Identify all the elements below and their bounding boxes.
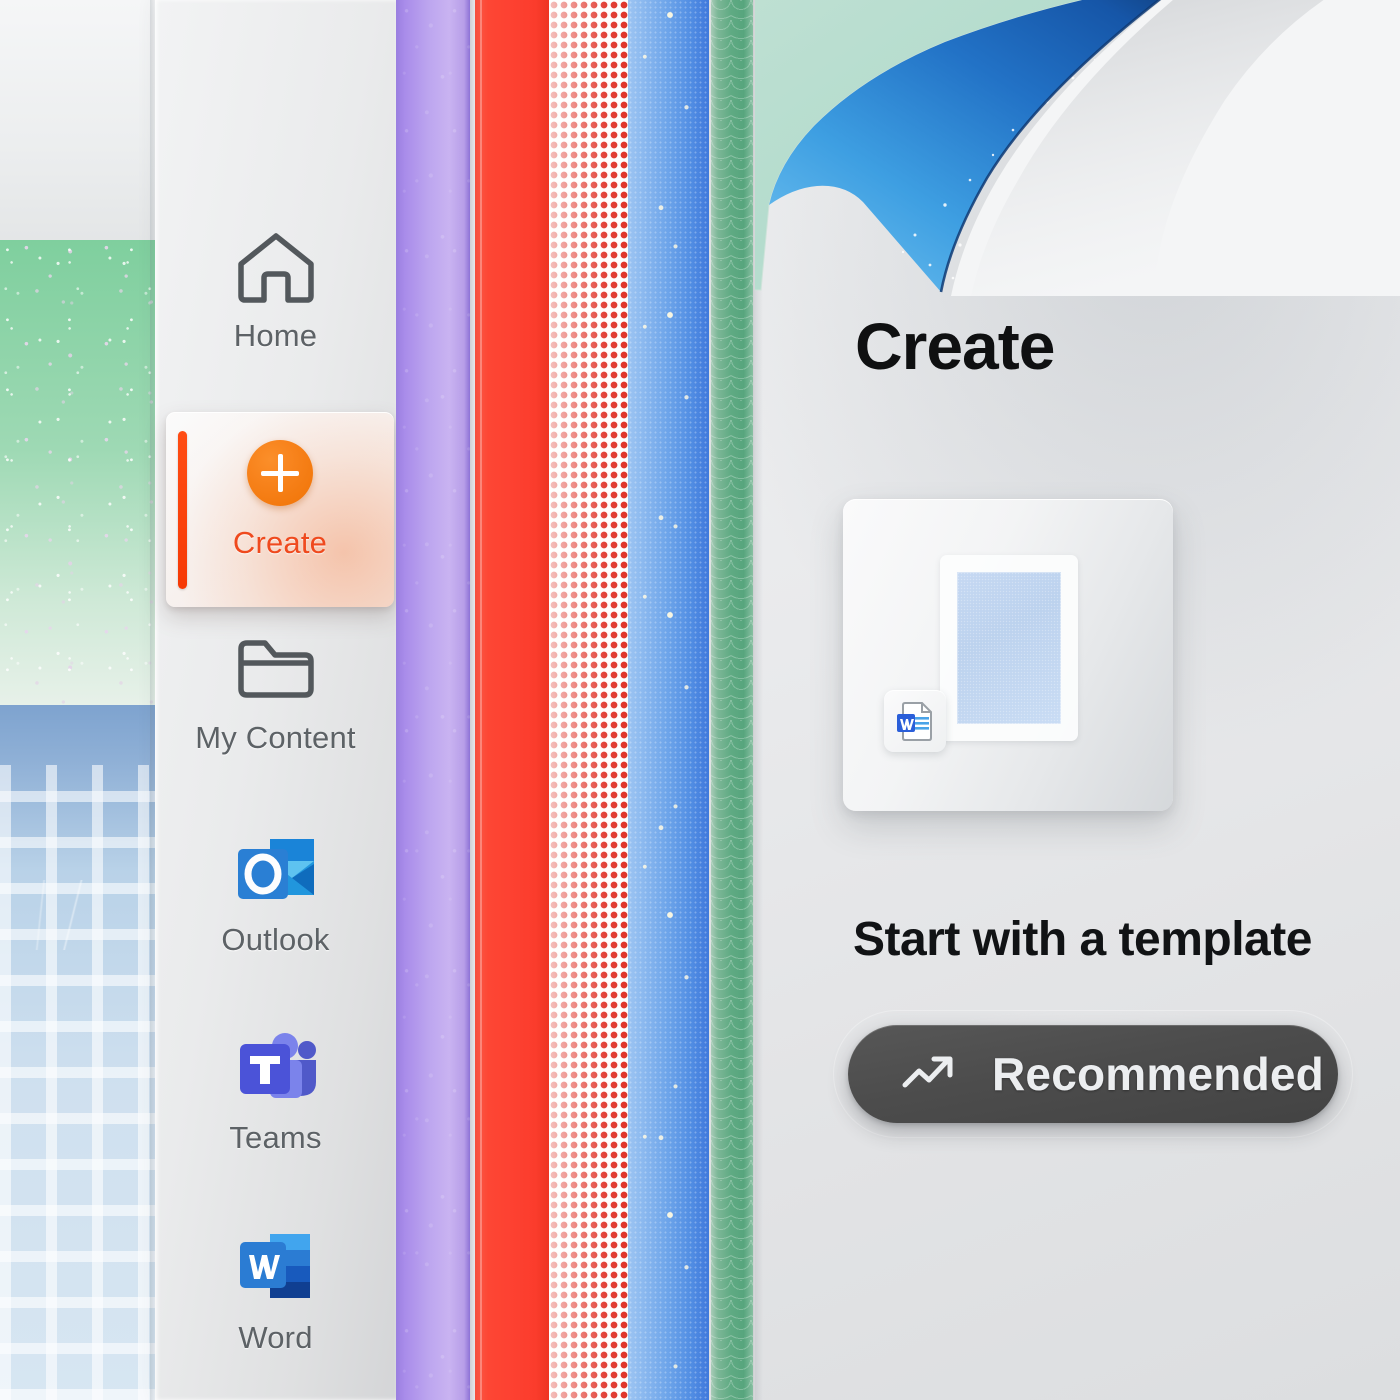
recommended-button-label: Recommended (992, 1048, 1324, 1100)
sidebar-item-word[interactable]: Word (155, 1230, 396, 1356)
sidebar-item-teams[interactable]: Teams (155, 1030, 396, 1156)
teams-icon (230, 1030, 322, 1108)
sidebar-item-home[interactable]: Home (155, 228, 396, 354)
sidebar-item-label: Home (233, 318, 318, 353)
left-decor-column (0, 0, 156, 1400)
word-document-icon (884, 690, 946, 752)
sidebar-item-label: Outlook (221, 922, 330, 957)
word-icon (232, 1230, 320, 1308)
lattice-pattern (0, 765, 156, 1400)
green-speckle-band (0, 240, 156, 705)
section-heading: Start with a template (853, 913, 1312, 966)
folder-icon (233, 630, 319, 708)
sidebar-item-my-content[interactable]: My Content (155, 630, 396, 756)
blue-stripe (628, 0, 709, 1400)
app-window: Home My Content Outlook Teams Word Creat… (0, 0, 1400, 1400)
purple-stripe (396, 0, 470, 1400)
sidebar-item-outlook[interactable]: Outlook (155, 832, 396, 958)
sidebar-item-label: My Content (195, 720, 356, 755)
decorative-stripes (396, 0, 755, 1400)
template-card[interactable] (843, 499, 1173, 811)
white-band (0, 0, 156, 240)
outlook-icon (232, 832, 320, 910)
red-dot-stripe (549, 0, 628, 1400)
sidebar-item-label: Create (232, 525, 328, 560)
green-stripe (711, 0, 753, 1400)
recommended-button[interactable]: Recommended (848, 1025, 1338, 1123)
page-title: Create (855, 309, 1055, 383)
template-page-preview (957, 572, 1061, 724)
sidebar-item-label: Teams (229, 1120, 322, 1155)
trending-up-icon (900, 1051, 958, 1098)
curled-page-corner-icon (755, 0, 1400, 310)
scratch-highlights (0, 880, 156, 950)
sidebar-item-label: Word (238, 1320, 313, 1355)
template-preview-frame (940, 555, 1078, 741)
home-icon (235, 228, 317, 306)
sidebar: Home My Content Outlook Teams Word (155, 0, 396, 1400)
selected-indicator-bar (178, 431, 187, 589)
plus-circle-icon (247, 440, 313, 506)
red-stripe (475, 0, 549, 1400)
sidebar-item-create[interactable]: Create (166, 412, 396, 618)
create-panel: Create Start with a template Recommended (755, 0, 1400, 1400)
